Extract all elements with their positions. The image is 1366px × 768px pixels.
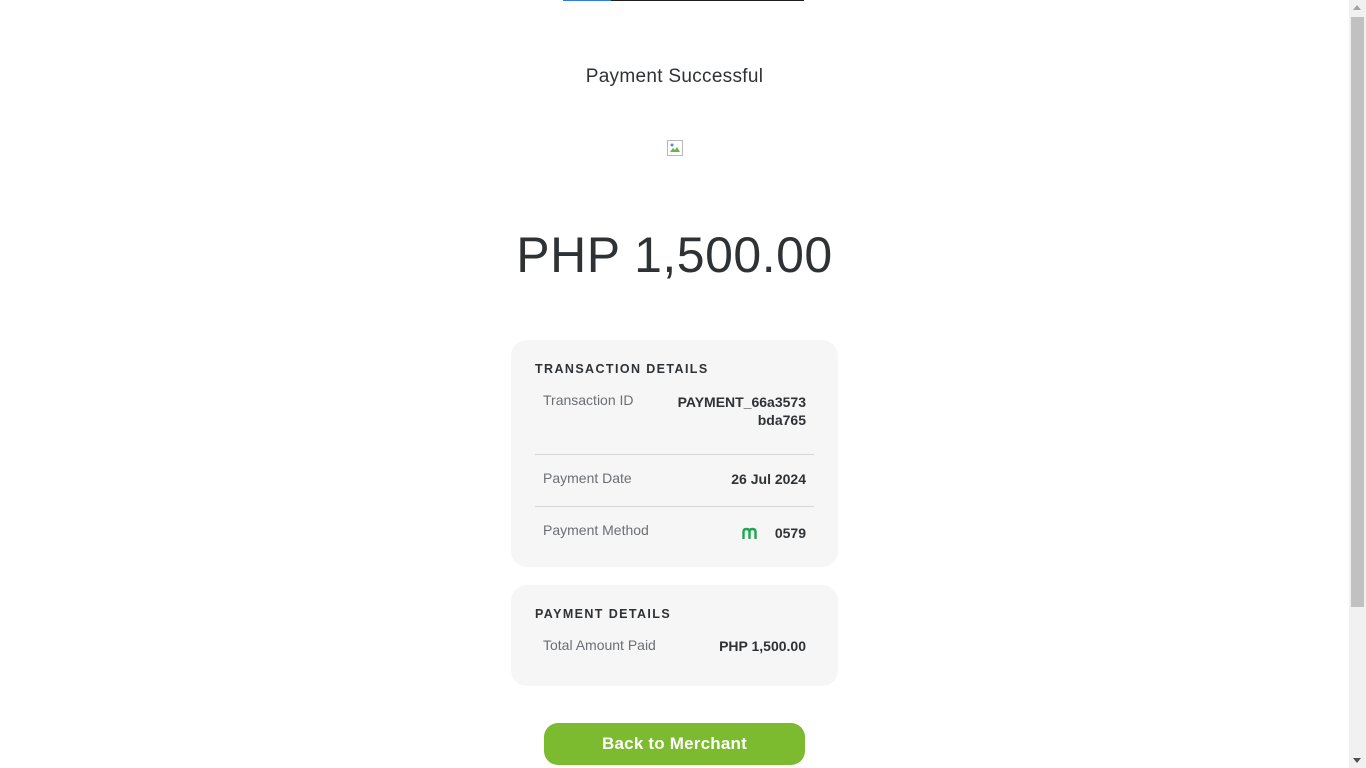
back-to-merchant-button[interactable]: Back to Merchant bbox=[544, 723, 805, 765]
page-title: Payment Successful bbox=[585, 66, 764, 87]
payment-success-page: Payment Successful PHP 1,500.00 TRANSACT… bbox=[0, 0, 1366, 768]
payment-method-label: Payment Method bbox=[543, 522, 649, 538]
top-progress-bar bbox=[563, 0, 804, 1]
transaction-id-value: PAYMENT_66a3573 bda765 bbox=[666, 393, 806, 429]
transaction-id-label: Transaction ID bbox=[543, 392, 634, 408]
payment-details-heading: PAYMENT DETAILS bbox=[535, 607, 672, 621]
transaction-id-row: Transaction ID PAYMENT_66a3573 bda765 bbox=[535, 392, 814, 455]
total-amount-row: Total Amount Paid PHP 1,500.00 bbox=[535, 637, 814, 654]
scroll-up-arrow-icon[interactable] bbox=[1353, 5, 1361, 10]
transaction-details-heading: TRANSACTION DETAILS bbox=[535, 362, 709, 376]
transaction-id-value-line2: bda765 bbox=[757, 412, 806, 428]
payment-details-card: PAYMENT DETAILS Total Amount Paid PHP 1,… bbox=[511, 585, 838, 686]
transaction-id-value-line1: PAYMENT_66a3573 bbox=[677, 394, 806, 410]
broken-image-icon bbox=[667, 140, 683, 156]
payment-date-row: Payment Date 26 Jul 2024 bbox=[535, 455, 814, 507]
maya-m-icon bbox=[742, 527, 757, 539]
paid-amount: PHP 1,500.00 bbox=[516, 227, 833, 283]
scrollbar-thumb[interactable] bbox=[1351, 17, 1364, 607]
top-progress-fill bbox=[563, 0, 612, 1]
payment-date-value: 26 Jul 2024 bbox=[731, 471, 806, 487]
total-amount-value: PHP 1,500.00 bbox=[719, 638, 806, 654]
payment-method-value: 0579 bbox=[774, 525, 806, 541]
payment-method-value-wrap: 0579 bbox=[742, 525, 806, 541]
payment-date-label: Payment Date bbox=[543, 470, 632, 486]
scroll-down-arrow-icon[interactable] bbox=[1353, 758, 1361, 763]
payment-method-row: Payment Method 0579 bbox=[535, 507, 814, 541]
transaction-details-card: TRANSACTION DETAILS Transaction ID PAYME… bbox=[511, 340, 838, 567]
vertical-scrollbar[interactable] bbox=[1349, 0, 1366, 768]
total-amount-label: Total Amount Paid bbox=[543, 637, 656, 653]
